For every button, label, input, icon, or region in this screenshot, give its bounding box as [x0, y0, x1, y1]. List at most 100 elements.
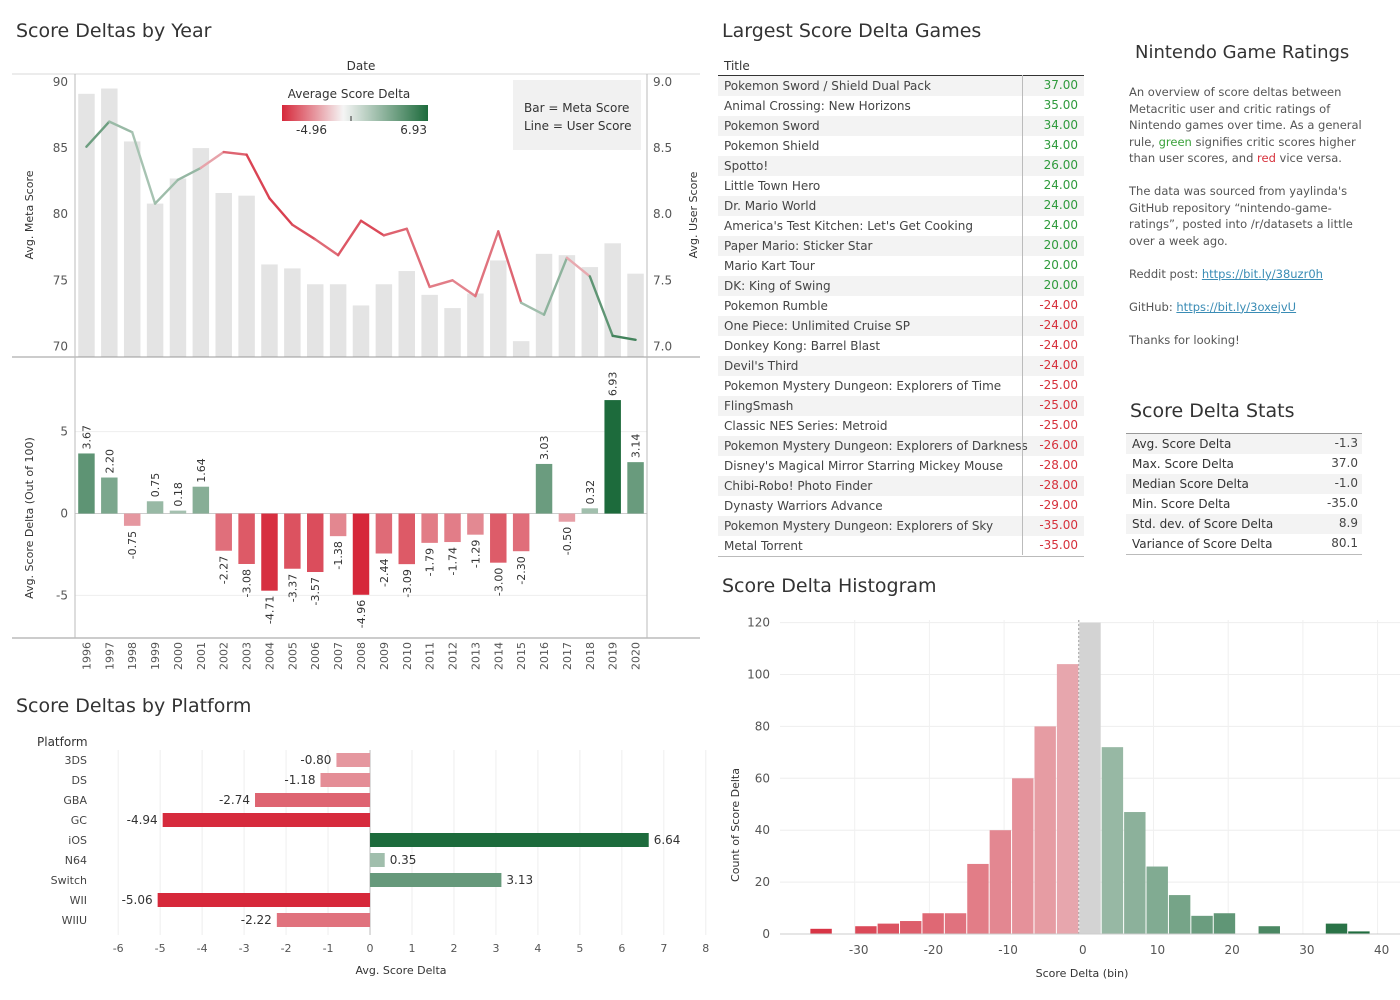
delta-bar-label: -3.37: [286, 574, 299, 602]
delta-bar: [581, 508, 599, 514]
stats-row: Median Score Delta -1.0: [1126, 474, 1362, 494]
games-row[interactable]: Mario Kart Tour 20.00: [718, 256, 1084, 276]
delta-bar-label: 3.67: [80, 425, 93, 450]
dashboard-title: Nintendo Game Ratings: [1135, 42, 1350, 63]
stat-value: -1.3: [1334, 436, 1358, 450]
games-row[interactable]: Disney's Magical Mirror Starring Mickey …: [718, 456, 1084, 476]
user-score-segment: [382, 227, 408, 237]
delta-bar-label: 6.93: [607, 372, 620, 397]
games-row[interactable]: Dynasty Warriors Advance -29.00: [718, 496, 1084, 516]
histogram-bar: [922, 913, 944, 934]
reddit-link[interactable]: https://bit.ly/38uzr0h: [1202, 267, 1323, 281]
delta-bar: [78, 453, 95, 514]
games-row[interactable]: Pokemon Mystery Dungeon: Explorers of Da…: [718, 436, 1084, 456]
histogram-x-tick-label: 40: [1374, 943, 1389, 957]
game-title: DK: King of Swing: [724, 279, 831, 293]
year-tick-label: 2000: [172, 642, 185, 670]
games-row[interactable]: Classic NES Series: Metroid -25.00: [718, 416, 1084, 436]
histogram-bar: [1056, 664, 1079, 934]
games-bottom-divider: [718, 556, 1084, 557]
games-row[interactable]: Little Town Hero 24.00: [718, 176, 1084, 196]
game-delta-value: 24.00: [1043, 218, 1078, 232]
delta-bar-label: -1.79: [424, 548, 437, 576]
year-tick-label: 1998: [126, 642, 139, 670]
games-row[interactable]: DK: King of Swing 20.00: [718, 276, 1084, 296]
histogram-bar: [1325, 923, 1348, 934]
delta-bar: [238, 513, 255, 564]
delta-bar-label: -3.08: [241, 569, 254, 597]
games-row[interactable]: Paper Mario: Sticker Star 20.00: [718, 236, 1084, 256]
delta-bar-label: -0.75: [126, 531, 139, 559]
games-row[interactable]: Spotto! 26.00: [718, 156, 1084, 176]
stat-label: Median Score Delta: [1132, 477, 1249, 491]
games-row[interactable]: Pokemon Mystery Dungeon: Explorers of Ti…: [718, 376, 1084, 396]
games-row[interactable]: Metal Torrent -35.00: [718, 536, 1084, 556]
platform-category-label: WII: [70, 894, 87, 907]
games-row[interactable]: Pokemon Mystery Dungeon: Explorers of Sk…: [718, 516, 1084, 536]
github-label: GitHub:: [1129, 299, 1177, 314]
games-row[interactable]: FlingSmash -25.00: [718, 396, 1084, 416]
histogram-bar: [1213, 913, 1236, 934]
github-link[interactable]: https://bit.ly/3oxejvU: [1176, 300, 1296, 314]
year-chart-header: Date: [347, 59, 376, 73]
games-table: Title Pokemon Sword / Shield Dual Pack 37…: [718, 58, 1084, 558]
game-delta-value: -35.00: [1039, 518, 1078, 532]
delta-bar-label: 3.03: [538, 435, 551, 460]
stats-row: Avg. Score Delta -1.3: [1126, 434, 1362, 454]
stat-label: Max. Score Delta: [1132, 457, 1234, 471]
games-row[interactable]: Chibi-Robo! Photo Finder -28.00: [718, 476, 1084, 496]
stat-label: Variance of Score Delta: [1132, 537, 1273, 551]
platform-tick-label: -6: [113, 942, 124, 955]
delta-bar-label: -4.96: [355, 600, 368, 628]
year-tick-label: 2005: [286, 642, 299, 670]
games-row[interactable]: Devil's Third -24.00: [718, 356, 1084, 376]
games-row[interactable]: Pokemon Shield 34.00: [718, 136, 1084, 156]
thanks-text: Thanks for looking!: [1129, 332, 1240, 347]
stats-bottom-divider: [1126, 554, 1362, 555]
year-section-title: Score Deltas by Year: [16, 20, 212, 42]
games-row[interactable]: Pokemon Sword / Shield Dual Pack 37.00: [718, 76, 1084, 96]
games-row[interactable]: Donkey Kong: Barrel Blast -24.00: [718, 336, 1084, 356]
platform-tick-label: -5: [155, 942, 166, 955]
meta-score-bar: [146, 203, 164, 357]
stat-label: Avg. Score Delta: [1132, 437, 1232, 451]
games-row[interactable]: One Piece: Unlimited Cruise SP -24.00: [718, 316, 1084, 336]
platform-bar: [370, 853, 385, 867]
user-score-segment: [268, 197, 294, 226]
platform-bar: [255, 793, 371, 807]
game-delta-value: 37.00: [1043, 78, 1078, 92]
game-title: Dynasty Warriors Advance: [724, 499, 883, 513]
games-row[interactable]: Animal Crossing: New Horizons 35.00: [718, 96, 1084, 116]
platform-tick-label: -2: [281, 942, 292, 955]
game-title: America's Test Kitchen: Let's Get Cookin…: [724, 219, 973, 233]
platform-tick-label: 0: [367, 942, 374, 955]
platform-tick-label: 1: [408, 942, 415, 955]
user-tick-label: 8.0: [653, 207, 672, 221]
games-row[interactable]: America's Test Kitchen: Let's Get Cookin…: [718, 216, 1084, 236]
platform-bar-label: -2.74: [219, 793, 250, 807]
games-row[interactable]: Pokemon Sword 34.00: [718, 116, 1084, 136]
histogram-y-tick-label: 0: [762, 927, 770, 941]
delta-bar: [375, 513, 393, 554]
stats-row: Min. Score Delta -35.0: [1126, 494, 1362, 514]
delta-bar-label: -3.00: [492, 568, 505, 596]
histogram-bar: [1101, 747, 1124, 934]
game-title: Animal Crossing: New Horizons: [724, 99, 911, 113]
game-title: Pokemon Rumble: [724, 299, 828, 313]
game-delta-value: -28.00: [1039, 478, 1078, 492]
user-axis-title: Avg. User Score: [687, 171, 700, 258]
histogram-section-title: Score Delta Histogram: [722, 575, 937, 597]
chart-note: Bar = Meta Score Line = User Score: [513, 80, 641, 150]
meta-score-bar: [512, 341, 530, 357]
delta-bar: [444, 513, 461, 543]
stats-row: Max. Score Delta 37.0: [1126, 454, 1362, 474]
platform-tick-label: -4: [197, 942, 208, 955]
histogram-x-tick-label: -20: [924, 943, 944, 957]
year-tick-label: 2016: [538, 642, 551, 670]
games-row[interactable]: Dr. Mario World 24.00: [718, 196, 1084, 216]
games-row[interactable]: Pokemon Rumble -24.00: [718, 296, 1084, 316]
platform-category-label: DS: [72, 774, 87, 787]
platform-tick-label: 6: [618, 942, 625, 955]
stat-value: -35.0: [1326, 496, 1358, 510]
game-title: Pokemon Mystery Dungeon: Explorers of Sk…: [724, 519, 994, 533]
